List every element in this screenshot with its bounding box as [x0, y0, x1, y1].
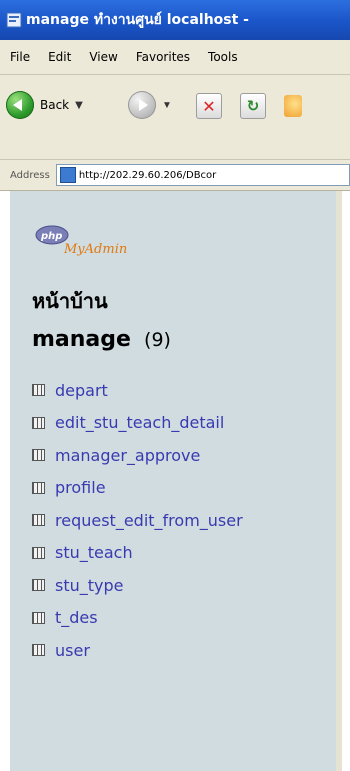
- table-icon[interactable]: [32, 546, 45, 559]
- menu-view[interactable]: View: [89, 50, 117, 64]
- address-bar: Address http://202.29.60.206/DBcor: [0, 160, 350, 191]
- table-link[interactable]: stu_teach: [55, 543, 133, 562]
- menu-favorites[interactable]: Favorites: [136, 50, 190, 64]
- table-item[interactable]: stu_type: [32, 569, 243, 602]
- address-input[interactable]: http://202.29.60.206/DBcor: [55, 164, 350, 186]
- stop-button[interactable]: ✕: [196, 93, 222, 119]
- table-link[interactable]: user: [55, 641, 90, 660]
- table-icon[interactable]: [32, 384, 45, 397]
- ie-page-icon: [6, 12, 22, 28]
- table-link[interactable]: depart: [55, 381, 108, 400]
- menu-bar: File Edit View Favorites Tools: [0, 40, 350, 75]
- database-name[interactable]: manage: [32, 327, 131, 352]
- table-item[interactable]: depart: [32, 374, 243, 407]
- table-icon[interactable]: [32, 481, 45, 494]
- logo-php-text: php: [40, 231, 62, 242]
- refresh-button[interactable]: ↻: [240, 93, 266, 119]
- table-link[interactable]: edit_stu_teach_detail: [55, 413, 224, 432]
- toolbar: Back ▼ ▼ ✕ ↻: [0, 75, 350, 160]
- table-link[interactable]: t_des: [55, 608, 98, 627]
- window-title: manage ทำงานศูนย์ localhost -: [26, 12, 249, 28]
- table-item[interactable]: t_des: [32, 602, 243, 635]
- table-link[interactable]: request_edit_from_user: [55, 511, 243, 530]
- window-titlebar: manage ทำงานศูนย์ localhost -: [0, 0, 350, 40]
- table-icon[interactable]: [32, 514, 45, 527]
- back-label: Back: [40, 98, 70, 112]
- table-item[interactable]: profile: [32, 472, 243, 505]
- menu-tools[interactable]: Tools: [208, 50, 238, 64]
- home-link[interactable]: หน้าบ้าน: [32, 285, 108, 317]
- table-item[interactable]: request_edit_from_user: [32, 504, 243, 537]
- page-content: php MyAdmin หน้าบ้าน manage (9) depart e…: [0, 191, 350, 771]
- menu-edit[interactable]: Edit: [48, 50, 71, 64]
- forward-dropdown-icon[interactable]: ▼: [162, 100, 172, 111]
- page-icon: [59, 167, 76, 183]
- table-item[interactable]: user: [32, 634, 243, 667]
- table-link[interactable]: manager_approve: [55, 446, 200, 465]
- back-button[interactable]: Back ▼: [6, 91, 83, 119]
- phpmyadmin-logo[interactable]: php MyAdmin: [34, 225, 144, 259]
- table-item[interactable]: edit_stu_teach_detail: [32, 407, 243, 440]
- forward-arrow-icon: [128, 91, 156, 119]
- logo-myadmin-text: MyAdmin: [63, 242, 127, 257]
- menu-file[interactable]: File: [10, 50, 30, 64]
- table-icon[interactable]: [32, 449, 45, 462]
- address-label: Address: [10, 169, 50, 181]
- table-link[interactable]: profile: [55, 478, 106, 497]
- stop-icon: ✕: [202, 96, 216, 116]
- back-dropdown-icon[interactable]: ▼: [75, 100, 83, 111]
- home-icon[interactable]: [284, 95, 302, 117]
- back-arrow-icon: [6, 91, 34, 119]
- refresh-icon: ↻: [246, 97, 260, 115]
- table-count: (9): [144, 329, 171, 351]
- table-link[interactable]: stu_type: [55, 576, 124, 595]
- table-icon[interactable]: [32, 416, 45, 429]
- table-item[interactable]: stu_teach: [32, 537, 243, 570]
- table-list: depart edit_stu_teach_detail manager_app…: [32, 374, 243, 667]
- address-url: http://202.29.60.206/DBcor: [78, 169, 217, 181]
- left-navigation-frame: php MyAdmin หน้าบ้าน manage (9) depart e…: [10, 191, 342, 771]
- database-heading[interactable]: manage (9): [32, 327, 171, 352]
- table-icon[interactable]: [32, 644, 45, 657]
- forward-button[interactable]: ▼: [128, 91, 172, 119]
- table-icon[interactable]: [32, 611, 45, 624]
- table-icon[interactable]: [32, 579, 45, 592]
- table-item[interactable]: manager_approve: [32, 439, 243, 472]
